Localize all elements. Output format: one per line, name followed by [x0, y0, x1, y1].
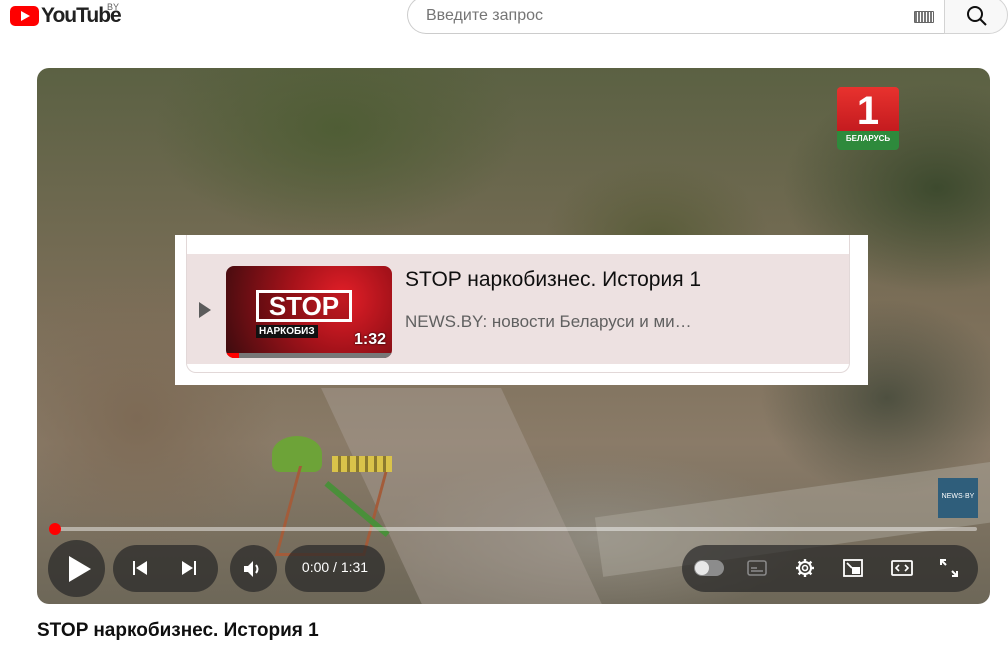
- video-title: STOP наркобизнес. История 1: [37, 620, 319, 641]
- masthead: YouTube BY: [0, 0, 1008, 36]
- embedded-video-card: STOP НАРКОБИЗ 1:32 STOP наркобизнес. Ист…: [175, 235, 868, 385]
- miniplayer-icon[interactable]: [842, 557, 864, 579]
- playlist-item-channel[interactable]: NEWS.BY: новости Беларуси и ми…: [405, 312, 692, 332]
- region-code: BY: [107, 2, 120, 12]
- search-icon: [967, 6, 987, 26]
- newsby-watermark: NEWS·BY: [938, 478, 978, 518]
- play-button[interactable]: [48, 540, 105, 597]
- watermark-text: NEWS·BY: [941, 493, 975, 500]
- keyboard-icon[interactable]: [914, 11, 934, 23]
- theater-mode-icon[interactable]: [890, 557, 914, 579]
- thumbnail-watch-progress: [226, 353, 392, 358]
- youtube-logo[interactable]: YouTube: [10, 4, 122, 27]
- fullscreen-icon[interactable]: [938, 557, 960, 579]
- thumbnail-stop-text: STOP: [256, 290, 352, 322]
- channel-logo-label: БЕЛАРУСЬ: [845, 134, 891, 143]
- time-text: 0:00 / 1:31: [301, 559, 369, 575]
- skip-next-icon[interactable]: [181, 560, 197, 576]
- now-playing-arrow-icon: [199, 302, 211, 318]
- volume-button[interactable]: [230, 545, 277, 592]
- navigation-controls: [113, 545, 218, 592]
- search-box: [407, 0, 944, 34]
- thumbnail-watch-progress-fill: [226, 353, 240, 358]
- thumbnail-duration: 1:32: [353, 331, 386, 348]
- gear-icon[interactable]: [794, 557, 816, 579]
- search-input[interactable]: [424, 3, 898, 29]
- channel-logo-number: 1: [856, 89, 880, 133]
- skip-previous-icon[interactable]: [132, 560, 148, 576]
- youtube-play-logo-icon: [10, 6, 39, 26]
- thumbnail-subtext: НАРКОБИЗ: [256, 325, 318, 338]
- video-player[interactable]: 1 БЕЛАРУСЬ NEWS·BY STOP НАРКОБИЗ 1:32 ST…: [37, 68, 990, 604]
- playlist-item[interactable]: STOP НАРКОБИЗ 1:32 STOP наркобизнес. Ист…: [187, 254, 849, 364]
- playlist-item-title[interactable]: STOP наркобизнес. История 1: [405, 268, 701, 292]
- time-display: 0:00 / 1:31: [285, 545, 385, 592]
- right-controls: [682, 545, 978, 592]
- channel-logo-belarus1: 1 БЕЛАРУСЬ: [837, 87, 899, 150]
- volume-icon: [244, 561, 259, 577]
- search-button[interactable]: [944, 0, 1008, 34]
- autoplay-toggle-icon[interactable]: [694, 560, 724, 576]
- seek-handle[interactable]: [49, 523, 61, 535]
- subtitles-icon[interactable]: [746, 557, 768, 579]
- seek-bar[interactable]: [49, 523, 977, 535]
- video-thumbnail[interactable]: STOP НАРКОБИЗ 1:32: [226, 266, 392, 358]
